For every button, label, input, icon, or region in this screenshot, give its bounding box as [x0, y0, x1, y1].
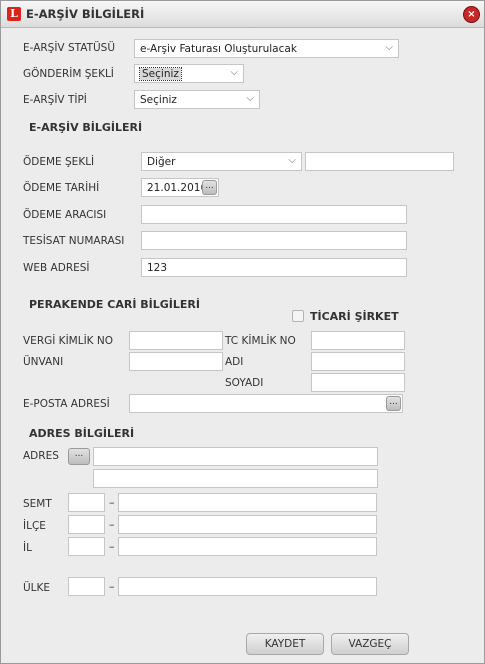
payment-date-label: ÖDEME TARİHİ — [23, 182, 100, 194]
surname-field[interactable] — [311, 373, 405, 392]
company-title-label: ÜNVANI — [23, 356, 64, 368]
payment-method-extra-field[interactable] — [305, 152, 454, 171]
country-dash: – — [109, 580, 115, 593]
close-icon[interactable]: × — [463, 6, 480, 23]
archive-type-value: Seçiniz — [140, 94, 177, 106]
city-dash: – — [109, 540, 115, 553]
web-address-label: WEB ADRESİ — [23, 262, 90, 274]
county-label: İLÇE — [23, 520, 46, 532]
chevron-down-icon: ⌵ — [288, 155, 296, 166]
email-field[interactable] — [129, 394, 403, 413]
payment-agent-label: ÖDEME ARACISI — [23, 209, 107, 221]
city-name-field[interactable] — [118, 537, 377, 556]
save-button[interactable]: KAYDET — [246, 633, 324, 655]
app-logo-icon: L — [7, 7, 21, 21]
status-label: E-ARŞİV STATÜSÜ — [23, 42, 116, 54]
address-line1-field[interactable] — [93, 447, 378, 466]
title-bar: L E-ARŞİV BİLGİLERİ × — [1, 1, 484, 28]
first-name-field[interactable] — [311, 352, 405, 371]
tc-id-label: TC KİMLİK NO — [225, 335, 296, 347]
archive-section-heading: E-ARŞİV BİLGİLERİ — [29, 121, 143, 134]
send-method-value: Seçiniz — [139, 67, 182, 81]
send-method-select[interactable]: Seçiniz ⌵ — [134, 64, 244, 83]
archive-type-select[interactable]: Seçiniz ⌵ — [134, 90, 260, 109]
chevron-down-icon: ⌵ — [246, 93, 254, 104]
tax-id-field[interactable] — [129, 331, 223, 350]
date-picker-button[interactable]: ... — [202, 180, 217, 195]
first-name-label: ADI — [225, 356, 244, 368]
country-label: ÜLKE — [23, 582, 51, 594]
payment-agent-field[interactable] — [141, 205, 407, 224]
dialog-title: E-ARŞİV BİLGİLERİ — [26, 7, 145, 21]
send-method-label: GÖNDERİM ŞEKLİ — [23, 68, 114, 80]
address-line2-field[interactable] — [93, 469, 378, 488]
tax-id-label: VERGİ KİMLİK NO — [23, 335, 114, 347]
city-label: İL — [23, 542, 32, 554]
chevron-down-icon: ⌵ — [230, 67, 238, 78]
district-dash: – — [109, 496, 115, 509]
chevron-down-icon: ⌵ — [385, 42, 393, 53]
payment-method-value: Diğer — [147, 156, 176, 168]
retail-section-heading: PERAKENDE CARİ BİLGİLERİ — [29, 298, 200, 311]
status-select[interactable]: e-Arşiv Faturası Oluşturulacak ⌵ — [134, 39, 399, 58]
cancel-button[interactable]: VAZGEÇ — [331, 633, 409, 655]
facility-number-field[interactable] — [141, 231, 407, 250]
county-dash: – — [109, 518, 115, 531]
payment-date-value: 21.01.2016 — [147, 182, 208, 194]
tc-id-field[interactable] — [311, 331, 405, 350]
status-value: e-Arşiv Faturası Oluşturulacak — [140, 43, 297, 55]
commercial-company-checkbox[interactable] — [292, 310, 304, 322]
city-code-field[interactable] — [68, 537, 105, 556]
email-lookup-button[interactable]: ... — [386, 396, 401, 411]
email-label: E-POSTA ADRESİ — [23, 398, 110, 410]
address-label: ADRES — [23, 450, 59, 462]
payment-method-select[interactable]: Diğer ⌵ — [141, 152, 302, 171]
district-code-field[interactable] — [68, 493, 105, 512]
e-arsiv-dialog: L E-ARŞİV BİLGİLERİ × E-ARŞİV STATÜSÜ e-… — [0, 0, 485, 664]
commercial-company-label: TİCARİ ŞİRKET — [310, 310, 399, 323]
district-name-field[interactable] — [118, 493, 377, 512]
archive-type-label: E-ARŞİV TİPİ — [23, 94, 87, 106]
county-code-field[interactable] — [68, 515, 105, 534]
country-name-field[interactable] — [118, 577, 377, 596]
address-lookup-button[interactable]: ... — [68, 448, 90, 465]
web-address-field[interactable]: 123 — [141, 258, 407, 277]
payment-method-label: ÖDEME ŞEKLİ — [23, 156, 95, 168]
surname-label: SOYADI — [225, 377, 264, 389]
address-section-heading: ADRES BİLGİLERİ — [29, 427, 135, 440]
company-title-field[interactable] — [129, 352, 223, 371]
county-name-field[interactable] — [118, 515, 377, 534]
country-code-field[interactable] — [68, 577, 105, 596]
district-label: SEMT — [23, 498, 52, 510]
facility-number-label: TESİSAT NUMARASI — [23, 235, 125, 247]
